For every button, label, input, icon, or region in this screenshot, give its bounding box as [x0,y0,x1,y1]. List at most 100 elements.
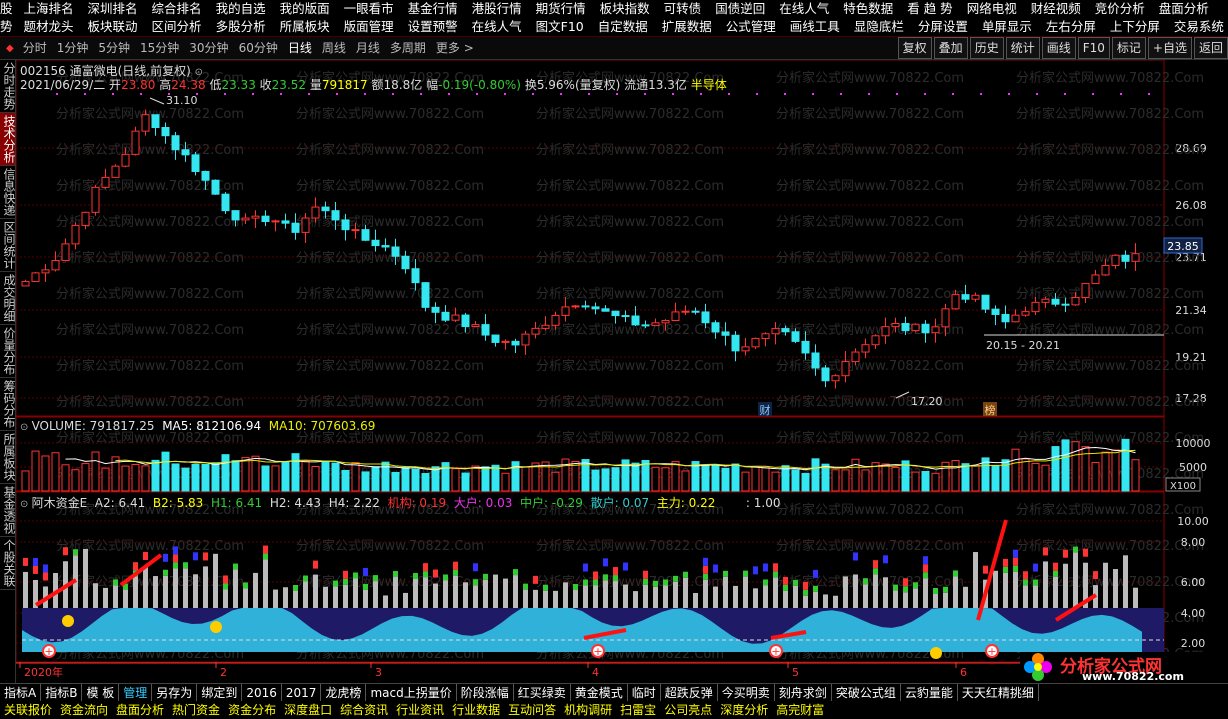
menu-item[interactable]: 看 趋 势 [900,0,959,18]
info-tab[interactable]: 热门资金 [168,701,224,719]
info-tab[interactable]: 扫雷宝 [616,701,660,719]
info-tab[interactable]: 深度盘口 [280,701,336,719]
info-tab[interactable]: 高完财富 [772,701,828,719]
toolbar-button[interactable]: 统计 [1005,37,1040,59]
menu-item[interactable]: 分屏设置 [911,18,975,36]
chart-area[interactable]: 28.6926.0823.7121.3419.2117.28分析家公式网www.… [16,60,1228,683]
period-tab[interactable]: 60分钟 [234,37,283,59]
menu-stub[interactable]: 股 [0,0,17,18]
indicator-tab[interactable]: 绑定到 [197,684,243,702]
dropdown-icon[interactable]: ⊙ [20,422,32,433]
menu-item[interactable]: 自定数据 [591,18,655,36]
menu-item[interactable]: 左右分屏 [1039,18,1103,36]
info-tab[interactable]: 深度分析 [716,701,772,719]
info-tab[interactable]: 盘面分析 [112,701,168,719]
indicator-tab[interactable]: 刻舟求剑 [775,684,832,702]
menu-item[interactable]: 题材龙头 [17,18,81,36]
menu-item[interactable]: 多股分析 [209,18,273,36]
menu-item[interactable]: 图文F10 [529,18,591,36]
sidebar-item[interactable]: 个股关联 [0,537,16,590]
indicator-tab[interactable]: macd上拐量价 [366,684,457,702]
indicator-tab[interactable]: 突破公式组 [832,684,901,702]
info-tab[interactable]: 互动问答 [504,701,560,719]
menu-item[interactable]: 画线工具 [783,18,847,36]
toolbar-button[interactable]: +自选 [1147,37,1192,59]
indicator-tab[interactable]: 阶段涨幅 [457,684,514,702]
menu-item[interactable]: 区间分析 [145,18,209,36]
menu-item[interactable]: 港股行情 [465,0,529,18]
menu-item[interactable]: 深圳排名 [81,0,145,18]
sidebar-item[interactable]: 所属板块 [0,431,16,484]
period-tab[interactable]: 15分钟 [135,37,184,59]
indicator-tab[interactable]: 天天红精挑细 [958,684,1039,702]
period-tab[interactable]: 1分钟 [52,37,94,59]
period-tab[interactable]: 月线 [351,37,385,59]
period-tab[interactable]: 日线 [283,37,317,59]
menu-item[interactable]: 在线人气 [772,0,836,18]
indicator-tab[interactable]: 2017 [282,684,322,702]
sidebar-item[interactable]: 基金透视 [0,484,16,537]
menu-item[interactable]: 可转债 [657,0,709,18]
indicator-tab[interactable]: 模 板 [82,684,120,702]
menu-item[interactable]: 版面管理 [337,18,401,36]
info-tab[interactable]: 资金流向 [56,701,112,719]
indicator-tab[interactable]: 红买绿卖 [514,684,571,702]
info-tab[interactable]: 关联报价 [0,701,56,719]
menu-item[interactable]: 公式管理 [719,18,783,36]
menu-item[interactable]: 我的自选 [209,0,273,18]
period-tab[interactable]: 更多 > [431,37,479,59]
indicator-tab[interactable]: 指标B [41,684,83,702]
toolbar-button[interactable]: 返回 [1193,37,1228,59]
toolbar-button[interactable]: 标记 [1111,37,1146,59]
toolbar-button[interactable]: 历史 [969,37,1004,59]
period-tab[interactable]: 5分钟 [93,37,135,59]
info-tab[interactable]: 综合资讯 [336,701,392,719]
indicator-tab[interactable]: 管理 [119,684,153,702]
period-tab[interactable]: 30分钟 [184,37,233,59]
menu-item[interactable]: 一眼看市 [337,0,401,18]
menu-item[interactable]: 期货行情 [529,0,593,18]
menu-item[interactable]: 我的版面 [273,0,337,18]
sidebar-item[interactable]: 信息快递 [0,166,16,219]
menu-item[interactable]: 板块联动 [81,18,145,36]
info-tab[interactable]: 公司亮点 [660,701,716,719]
indicator-tab[interactable]: 2016 [242,684,282,702]
menu-stub[interactable]: 势 [0,18,17,36]
dropdown-icon[interactable]: ◆ [0,43,18,54]
dropdown-icon[interactable]: ⊙ [20,499,32,510]
toolbar-button[interactable]: 复权 [897,37,932,59]
period-tab[interactable]: 分时 [18,37,52,59]
indicator-tab[interactable]: 云豹量能 [901,684,958,702]
menu-item[interactable]: 综合排名 [145,0,209,18]
menu-item[interactable]: 网络电视 [960,0,1024,18]
menu-item[interactable]: 上海排名 [17,0,81,18]
indicator-tab[interactable]: 黄金模式 [571,684,628,702]
toolbar-button[interactable]: 叠加 [933,37,968,59]
indicator-tab[interactable]: 今买明卖 [718,684,775,702]
sidebar-item[interactable]: 区间统计 [0,219,16,272]
indicator-tab[interactable]: 指标A [0,684,42,702]
menu-item[interactable]: 交易系统 [1167,18,1228,36]
menu-item[interactable]: 在线人气 [465,18,529,36]
menu-item[interactable]: 盘面分析 [1152,0,1216,18]
period-tab[interactable]: 周线 [317,37,351,59]
sidebar-item[interactable]: 筹码分布 [0,378,16,431]
info-tab[interactable]: 行业资讯 [392,701,448,719]
menu-item[interactable]: 上下分屏 [1103,18,1167,36]
toolbar-button[interactable]: F10 [1077,37,1110,59]
menu-item[interactable]: 国债逆回 [708,0,772,18]
menu-item[interactable]: 设置预警 [401,18,465,36]
menu-item[interactable]: 特色数据 [836,0,900,18]
menu-item[interactable]: 财经视频 [1024,0,1088,18]
info-tab[interactable]: 行业数据 [448,701,504,719]
indicator-tab[interactable]: 另存为 [152,684,198,702]
period-tab[interactable]: 多周期 [385,37,431,59]
sector-label[interactable]: 半导体 [691,78,727,92]
sidebar-item[interactable]: 技术分析 [0,113,16,166]
menu-item[interactable]: 基金行情 [401,0,465,18]
menu-item[interactable]: 显隐底栏 [847,18,911,36]
sidebar-item[interactable]: 价量分布 [0,325,16,378]
menu-item[interactable]: 所属板块 [273,18,337,36]
menu-item[interactable]: 单屏显示 [975,18,1039,36]
info-tab[interactable]: 机构调研 [560,701,616,719]
